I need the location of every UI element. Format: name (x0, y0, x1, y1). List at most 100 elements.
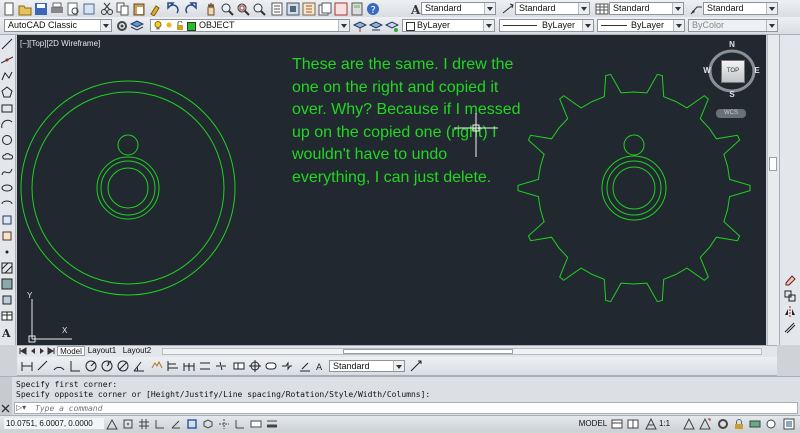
ellipse-arc-icon[interactable] (1, 198, 13, 210)
drawing-canvas[interactable]: [−][Top][2D Wireframe] These are the sam… (17, 35, 766, 345)
arc-icon[interactable] (1, 118, 13, 130)
layer-combo[interactable]: OBJECT (150, 19, 350, 32)
open-icon[interactable] (18, 2, 32, 16)
mleader-style-combo[interactable]: Standard (703, 2, 778, 15)
polar-tracking-icon[interactable] (170, 418, 182, 430)
annotation-scale-value[interactable]: 1:1 (659, 418, 681, 429)
dimension-edit-icon[interactable] (299, 360, 311, 372)
clean-screen-icon[interactable] (783, 418, 795, 430)
compass-west[interactable]: W (703, 66, 711, 75)
pan-icon[interactable] (204, 2, 218, 16)
vertical-scrollbar[interactable] (767, 35, 779, 345)
command-input-area[interactable]: ▷▾ (14, 402, 798, 414)
save-icon[interactable] (34, 2, 48, 16)
multiline-text-icon[interactable]: A (1, 326, 13, 340)
annotation-visibility-icon[interactable] (683, 417, 695, 430)
viewcube[interactable]: TOP N S E W (703, 40, 761, 100)
zoom-previous-icon[interactable] (252, 2, 266, 16)
continue-dimension-icon[interactable] (183, 360, 195, 372)
compass-north[interactable]: N (728, 40, 736, 49)
plot-icon[interactable] (50, 2, 64, 16)
new-icon[interactable] (2, 2, 16, 16)
compass-south[interactable]: S (728, 90, 736, 99)
tolerance-icon[interactable] (233, 360, 245, 372)
quick-view-layouts-icon[interactable] (611, 418, 623, 430)
polyline-icon[interactable] (1, 70, 13, 82)
line-icon[interactable] (1, 38, 13, 50)
zoom-window-icon[interactable] (236, 2, 250, 16)
auto-scale-icon[interactable] (699, 417, 711, 430)
quick-view-drawings-icon[interactable] (627, 418, 639, 430)
object-snap-tracking-icon[interactable] (218, 418, 230, 430)
inspection-icon[interactable] (265, 360, 277, 372)
point-icon[interactable] (1, 246, 13, 258)
command-prompt-icon[interactable]: ▷▾ (16, 403, 26, 413)
object-snap-icon[interactable] (186, 418, 198, 430)
hardware-acceleration-icon[interactable] (749, 418, 761, 430)
quick-dimension-icon[interactable] (151, 360, 163, 372)
layer-previous-icon[interactable] (368, 19, 384, 33)
revision-cloud-icon[interactable] (1, 150, 13, 162)
erase-icon[interactable] (784, 274, 796, 286)
next-tab-icon[interactable] (38, 347, 46, 355)
linetype-combo[interactable]: ByLayer (499, 19, 594, 32)
color-combo[interactable]: ByLayer (402, 19, 495, 32)
publish-icon[interactable] (82, 2, 96, 16)
coordinate-readout[interactable]: 10.0751, 6.0007, 0.0000 (4, 418, 104, 429)
grid-display-icon[interactable] (138, 418, 150, 430)
table-style-combo[interactable]: Standard (609, 2, 684, 15)
tool-palettes-icon[interactable] (302, 2, 316, 16)
mirror-icon[interactable] (784, 306, 796, 318)
workspace-combo[interactable]: AutoCAD Classic (4, 19, 112, 32)
copy-icon[interactable] (116, 2, 130, 16)
vertical-scroll-thumb[interactable] (769, 157, 777, 171)
help-icon[interactable]: ? (366, 2, 380, 16)
dynamic-ucs-icon[interactable] (234, 418, 246, 430)
horizontal-scrollbar[interactable] (162, 348, 762, 355)
markup-icon[interactable] (334, 2, 348, 16)
model-space-toggle[interactable]: MODEL (578, 418, 608, 429)
insert-block-icon[interactable] (1, 214, 13, 226)
close-icon[interactable] (1, 403, 10, 413)
3d-object-snap-icon[interactable] (202, 418, 214, 430)
viewcube-top-face[interactable]: TOP (721, 60, 745, 83)
angular-dimension-icon[interactable] (133, 360, 145, 372)
jogged-dimension-icon[interactable] (101, 360, 113, 372)
layer-properties-icon[interactable] (129, 19, 145, 33)
toolbar-lock-icon[interactable] (733, 418, 745, 430)
tab-layout2[interactable]: Layout2 (121, 346, 153, 356)
ordinate-dimension-icon[interactable] (69, 360, 81, 372)
workspace-switching-icon[interactable] (717, 418, 729, 430)
diameter-dimension-icon[interactable] (117, 360, 129, 372)
construction-line-icon[interactable] (0, 54, 14, 66)
jogged-linear-icon[interactable] (281, 360, 293, 372)
ellipse-icon[interactable] (1, 182, 13, 194)
isolate-objects-icon[interactable] (765, 418, 777, 430)
linear-dimension-icon[interactable] (21, 360, 33, 372)
paste-icon[interactable] (132, 2, 146, 16)
tab-layout1[interactable]: Layout1 (87, 346, 117, 356)
command-input[interactable] (35, 403, 735, 413)
dimension-style-combo[interactable]: Standard (329, 360, 405, 372)
plotstyle-combo[interactable]: ByColor (688, 19, 778, 32)
infer-constraints-icon[interactable] (106, 418, 118, 430)
hatch-icon[interactable] (1, 262, 13, 274)
annotation-scale-icon[interactable] (645, 417, 657, 430)
dim-style-combo[interactable]: Standard (515, 2, 590, 15)
circle-icon[interactable] (1, 134, 13, 146)
dynamic-input-icon[interactable] (250, 418, 262, 430)
rectangle-icon[interactable] (1, 102, 13, 114)
region-icon[interactable] (1, 294, 13, 306)
polygon-icon[interactable] (1, 86, 13, 98)
table-icon[interactable] (1, 310, 13, 322)
quickcalc-icon[interactable] (350, 2, 364, 16)
properties-icon[interactable] (270, 2, 284, 16)
offset-icon[interactable] (784, 322, 796, 334)
lineweight-display-icon[interactable] (266, 418, 278, 430)
baseline-dimension-icon[interactable] (167, 360, 179, 372)
sheet-set-icon[interactable] (318, 2, 332, 16)
dimension-style-icon[interactable] (410, 360, 422, 372)
workspace-settings-icon[interactable] (115, 19, 129, 33)
undo-icon[interactable] (166, 2, 180, 16)
compass-east[interactable]: E (753, 66, 761, 75)
